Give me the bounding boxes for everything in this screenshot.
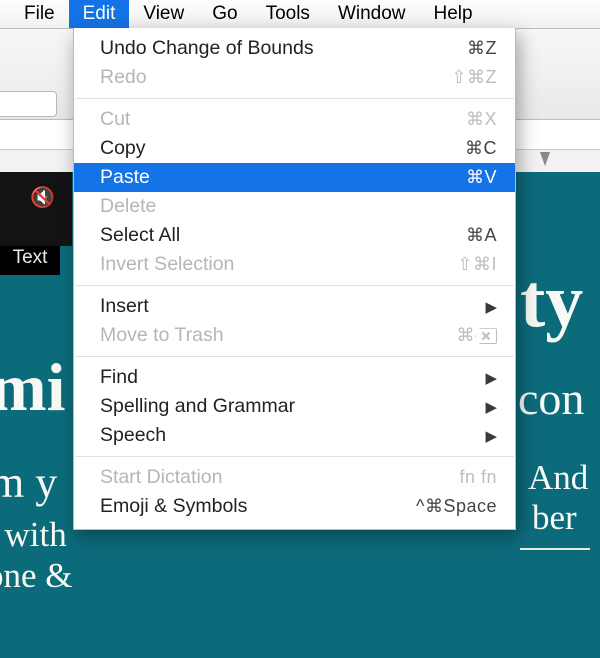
- menu-item-start-dictation: Start Dictationfn fn: [74, 463, 515, 492]
- menu-item-paste[interactable]: Paste⌘V: [74, 163, 515, 192]
- menu-item-label: Cut: [100, 108, 466, 131]
- menu-item-speech[interactable]: Speech ▶: [74, 421, 515, 450]
- menu-item-redo: Redo⇧⌘Z: [74, 63, 515, 92]
- menu-item-label: Redo: [100, 66, 451, 89]
- menubar-item-go[interactable]: Go: [198, 0, 251, 28]
- menu-item-label: Speech: [100, 424, 477, 447]
- menubar-item-window[interactable]: Window: [324, 0, 420, 28]
- menu-item-label: Start Dictation: [100, 466, 459, 489]
- menu-item-label: Undo Change of Bounds: [100, 37, 467, 60]
- menu-separator: [75, 98, 514, 99]
- menu-item-undo-change-of-bounds[interactable]: Undo Change of Bounds⌘Z: [74, 34, 515, 63]
- menu-item-shortcut: ^⌘Space: [416, 496, 497, 517]
- text-tool-button[interactable]: Text: [0, 246, 60, 275]
- menu-separator: [75, 356, 514, 357]
- menubar-item-file[interactable]: File: [10, 0, 69, 28]
- menu-item-find[interactable]: Find ▶: [74, 363, 515, 392]
- menubar-item-edit[interactable]: Edit: [69, 0, 130, 28]
- menu-item-label: Insert: [100, 295, 477, 318]
- menubar-item-view[interactable]: View: [129, 0, 198, 28]
- submenu-arrow-icon: ▶: [485, 427, 497, 445]
- bg-text: ty: [520, 258, 583, 345]
- menu-item-label: Move to Trash: [100, 324, 457, 347]
- submenu-arrow-icon: ▶: [485, 398, 497, 416]
- menu-item-shortcut: ⇧⌘I: [457, 254, 497, 275]
- bg-text: l with: [0, 515, 67, 555]
- menu-item-label: Spelling and Grammar: [100, 395, 477, 418]
- menubar-item-help[interactable]: Help: [420, 0, 487, 28]
- menu-item-label: Find: [100, 366, 477, 389]
- menu-item-shortcut: ⇧⌘Z: [451, 67, 497, 88]
- menu-item-shortcut: ⌘V: [466, 167, 497, 188]
- bg-text: m y: [0, 457, 57, 508]
- menu-item-invert-selection: Invert Selection⇧⌘I: [74, 250, 515, 279]
- menu-item-delete: Delete: [74, 192, 515, 221]
- menu-item-spelling-and-grammar[interactable]: Spelling and Grammar ▶: [74, 392, 515, 421]
- search-input[interactable]: [0, 91, 57, 117]
- menu-item-copy[interactable]: Copy⌘C: [74, 134, 515, 163]
- menu-item-shortcut: ⌘: [457, 325, 498, 346]
- submenu-arrow-icon: ▶: [485, 369, 497, 387]
- menu-separator: [75, 285, 514, 286]
- menu-item-move-to-trash: Move to Trash⌘: [74, 321, 515, 350]
- menu-item-label: Delete: [100, 195, 497, 218]
- menu-item-shortcut: fn fn: [459, 467, 497, 488]
- menu-item-label: Invert Selection: [100, 253, 457, 276]
- submenu-arrow-icon: ▶: [485, 298, 497, 316]
- menu-item-select-all[interactable]: Select All⌘A: [74, 221, 515, 250]
- menu-separator: [75, 456, 514, 457]
- mute-icon: 🔇: [30, 185, 55, 210]
- menubar: FileEditViewGoToolsWindowHelp: [0, 0, 600, 29]
- bg-text: con: [518, 372, 584, 425]
- menu-item-shortcut: ⌘Z: [467, 38, 497, 59]
- menu-item-emoji-symbols[interactable]: Emoji & Symbols^⌘Space: [74, 492, 515, 521]
- video-sidebar: 🔇: [0, 172, 72, 246]
- bg-text: one &: [0, 556, 73, 596]
- bg-text: mi: [0, 348, 66, 427]
- menu-item-shortcut: ⌘X: [466, 109, 497, 130]
- edit-menu: Undo Change of Bounds⌘ZRedo⇧⌘ZCut⌘XCopy⌘…: [73, 28, 516, 530]
- tab-stop-marker[interactable]: [540, 152, 550, 166]
- menu-item-label: Select All: [100, 224, 466, 247]
- bg-underline: [520, 548, 590, 550]
- menubar-item-tools[interactable]: Tools: [252, 0, 324, 28]
- menu-item-shortcut: ⌘C: [465, 138, 497, 159]
- menu-item-shortcut: ⌘A: [466, 225, 497, 246]
- menu-item-label: Paste: [100, 166, 466, 189]
- menu-item-cut: Cut⌘X: [74, 105, 515, 134]
- delete-key-icon: [475, 328, 497, 344]
- bg-text: ber: [532, 498, 577, 538]
- menu-item-insert[interactable]: Insert ▶: [74, 292, 515, 321]
- menu-item-label: Copy: [100, 137, 465, 160]
- bg-text: And: [528, 458, 588, 498]
- menu-item-label: Emoji & Symbols: [100, 495, 416, 518]
